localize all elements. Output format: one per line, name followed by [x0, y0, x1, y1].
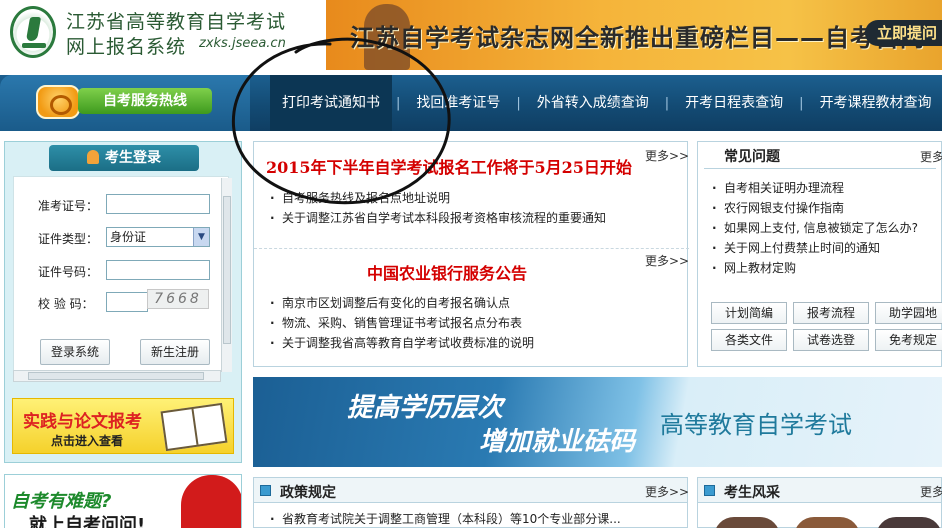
student-style-title: 考生风采 [724, 485, 780, 501]
captcha-input[interactable] [106, 292, 148, 312]
faq-item[interactable]: 自考相关证明办理流程 [710, 178, 918, 198]
login-button[interactable]: 登录系统 [40, 339, 110, 365]
policy-title: 政策规定 [280, 485, 336, 501]
site-logo-icon[interactable] [10, 6, 56, 58]
captcha-image[interactable]: 7668 [147, 289, 209, 309]
divider [254, 248, 689, 249]
promo-big-banner[interactable]: 提高学历层次 增加就业砝码 高等教育自学考试 [253, 377, 942, 467]
ask-now-button[interactable]: 立即提问 [865, 20, 942, 46]
news-headline-registration[interactable]: 2015年下半年自学考试报名工作将于5月25日开始 [266, 154, 632, 178]
banner-line1: 提高学历层次 [347, 393, 504, 423]
nav-item-course-materials[interactable]: 开考课程教材查询 [808, 75, 942, 131]
vertical-scrollbar[interactable] [221, 178, 232, 372]
book-icon [160, 402, 228, 452]
site-domain: zxks.jseea.cn [199, 36, 286, 51]
policy-section-header: 政策规定 更多>> [253, 477, 689, 503]
hotline-block[interactable]: 自考服务热线 [0, 75, 250, 131]
promo-subtitle: 点击进入查看 [51, 434, 124, 448]
ask-ad-line2: 就上自考问问! [29, 515, 146, 528]
banner-text: 江苏自学考试杂志网全新推出重磅栏目——自考百问 [350, 24, 925, 52]
id-type-value: 身份证 [110, 230, 147, 244]
news-list-2: 南京市区划调整后有变化的自考报名确认点 物流、采购、销售管理证书考试报名点分布表… [268, 293, 534, 353]
list-item[interactable]: 关于调整江苏省自学考试本科段报考资格审核流程的重要通知 [268, 208, 606, 228]
student-photo[interactable] [714, 517, 780, 528]
scrollbar-thumb[interactable] [223, 196, 231, 344]
chevron-down-icon[interactable]: ▼ [193, 228, 209, 246]
main-nav: 自考服务热线 打印考试通知书 | 找回准考证号 | 外省转入成绩查询 | 开考日… [0, 75, 942, 131]
list-item[interactable]: 关于调整我省高等教育自学考试收费标准的说明 [268, 333, 534, 353]
ask-ad-line1: 自考有难题? [11, 491, 112, 512]
nav-item-transfer-scores[interactable]: 外省转入成绩查询 [525, 75, 661, 131]
hotline-label[interactable]: 自考服务热线 [78, 88, 212, 114]
policy-list-container: 省教育考试院关于调整工商管理（本科段）等10个专业部分课... [253, 503, 688, 528]
id-number-label: 证件号码： [38, 265, 99, 279]
question-mark-icon [181, 475, 241, 528]
faq-panel: 常见问题 更多 自考相关证明办理流程 农行网银支付操作指南 如果网上支付, 信息… [697, 141, 942, 367]
faq-more-link[interactable]: 更多 [920, 148, 942, 165]
news-panel: 2015年下半年自学考试报名工作将于5月25日开始 更多>> 自考服务热线及报名… [253, 141, 689, 367]
ticket-number-label: 准考证号： [38, 199, 99, 213]
site-title-line2: 网上报名系统 [66, 36, 187, 58]
ask-ad-banner[interactable]: 自考有难题? 就上自考问问! [4, 474, 242, 528]
student-photo[interactable] [876, 517, 942, 528]
horizontal-scrollbar[interactable] [13, 370, 221, 382]
id-type-label: 证件类型： [38, 232, 99, 246]
faq-list: 自考相关证明办理流程 农行网银支付操作指南 如果网上支付, 信息被锁定了怎么办?… [710, 178, 918, 278]
nav-separator: | [664, 95, 670, 111]
more-link[interactable]: 更多>> [645, 252, 689, 269]
policy-list: 省教育考试院关于调整工商管理（本科段）等10个专业部分课... [268, 509, 621, 528]
promo-title: 实践与论文报考 [23, 412, 142, 432]
banner-right-text: 高等教育自学考试 [660, 411, 852, 439]
policy-more-link[interactable]: 更多>> [645, 483, 689, 500]
nav-separator: | [396, 95, 401, 111]
list-item[interactable]: 自考服务热线及报名点地址说明 [268, 188, 606, 208]
login-title-text: 考生登录 [105, 150, 161, 166]
expand-icon [704, 485, 715, 496]
list-item[interactable]: 省教育考试院关于调整工商管理（本科段）等10个专业部分课... [268, 509, 621, 528]
site-title-line1: 江苏省高等教育自学考试 [66, 11, 287, 33]
faq-item[interactable]: 关于网上付费禁止时间的通知 [710, 238, 918, 258]
tag-registration-process[interactable]: 报考流程 [793, 302, 869, 324]
tag-documents[interactable]: 各类文件 [711, 329, 787, 351]
user-icon [87, 150, 99, 164]
expand-icon [260, 485, 271, 496]
tag-exemption-rules[interactable]: 免考规定 [875, 329, 942, 351]
practice-thesis-promo[interactable]: 实践与论文报考 点击进入查看 [12, 398, 234, 454]
register-button[interactable]: 新生注册 [140, 339, 210, 365]
student-style-gallery [697, 503, 942, 528]
faq-item[interactable]: 如果网上支付, 信息被锁定了怎么办? [710, 218, 918, 238]
captcha-label: 校 验 码： [38, 297, 94, 311]
tag-plan-summary[interactable]: 计划简编 [711, 302, 787, 324]
nav-item-exam-schedule[interactable]: 开考日程表查询 [673, 75, 795, 131]
login-form: 准考证号： 证件类型： 身份证 ▼ 证件号码： 校 验 码： 登录系统 新生注册 [13, 176, 229, 372]
ticket-number-input[interactable] [106, 194, 210, 214]
faq-item[interactable]: 农行网银支付操作指南 [710, 198, 918, 218]
more-link[interactable]: 更多>> [645, 147, 689, 164]
tag-tutoring[interactable]: 助学园地 [875, 302, 942, 324]
student-style-section-header: 考生风采 更多 [697, 477, 942, 503]
faq-title: 常见问题 [724, 149, 780, 165]
news-headline-abc-bank[interactable]: 中国农业银行服务公告 [367, 260, 527, 284]
nav-separator: | [516, 95, 521, 111]
nav-item-print-notice[interactable]: 打印考试通知书 [270, 75, 392, 131]
nav-item-recover-ticket[interactable]: 找回准考证号 [404, 75, 512, 131]
student-photo[interactable] [794, 517, 860, 528]
faq-item[interactable]: 网上教材定购 [710, 258, 918, 278]
tag-sample-papers[interactable]: 试卷选登 [793, 329, 869, 351]
nav-links: 打印考试通知书 | 找回准考证号 | 外省转入成绩查询 | 开考日程表查询 | … [270, 75, 942, 131]
divider [704, 168, 936, 169]
phone-icon [36, 85, 80, 119]
header-ad-banner[interactable]: 江苏自学考试杂志网全新推出重磅栏目——自考百问 立即提问 [326, 0, 942, 70]
login-panel-title: 考生登录 [49, 145, 199, 171]
news-list-1: 自考服务热线及报名点地址说明 关于调整江苏省自学考试本科段报考资格审核流程的重要… [268, 188, 606, 228]
list-item[interactable]: 南京市区划调整后有变化的自考报名确认点 [268, 293, 534, 313]
id-number-input[interactable] [106, 260, 210, 280]
site-header: 江苏省高等教育自学考试 网上报名系统 zxks.jseea.cn 江苏自学考试杂… [0, 0, 942, 72]
list-item[interactable]: 物流、采购、销售管理证书考试报名点分布表 [268, 313, 534, 333]
banner-line2: 增加就业砝码 [479, 427, 636, 457]
student-style-more-link[interactable]: 更多 [920, 483, 942, 500]
nav-separator: | [799, 95, 804, 111]
id-type-select[interactable]: 身份证 ▼ [106, 227, 210, 247]
scrollbar-thumb[interactable] [28, 372, 204, 380]
